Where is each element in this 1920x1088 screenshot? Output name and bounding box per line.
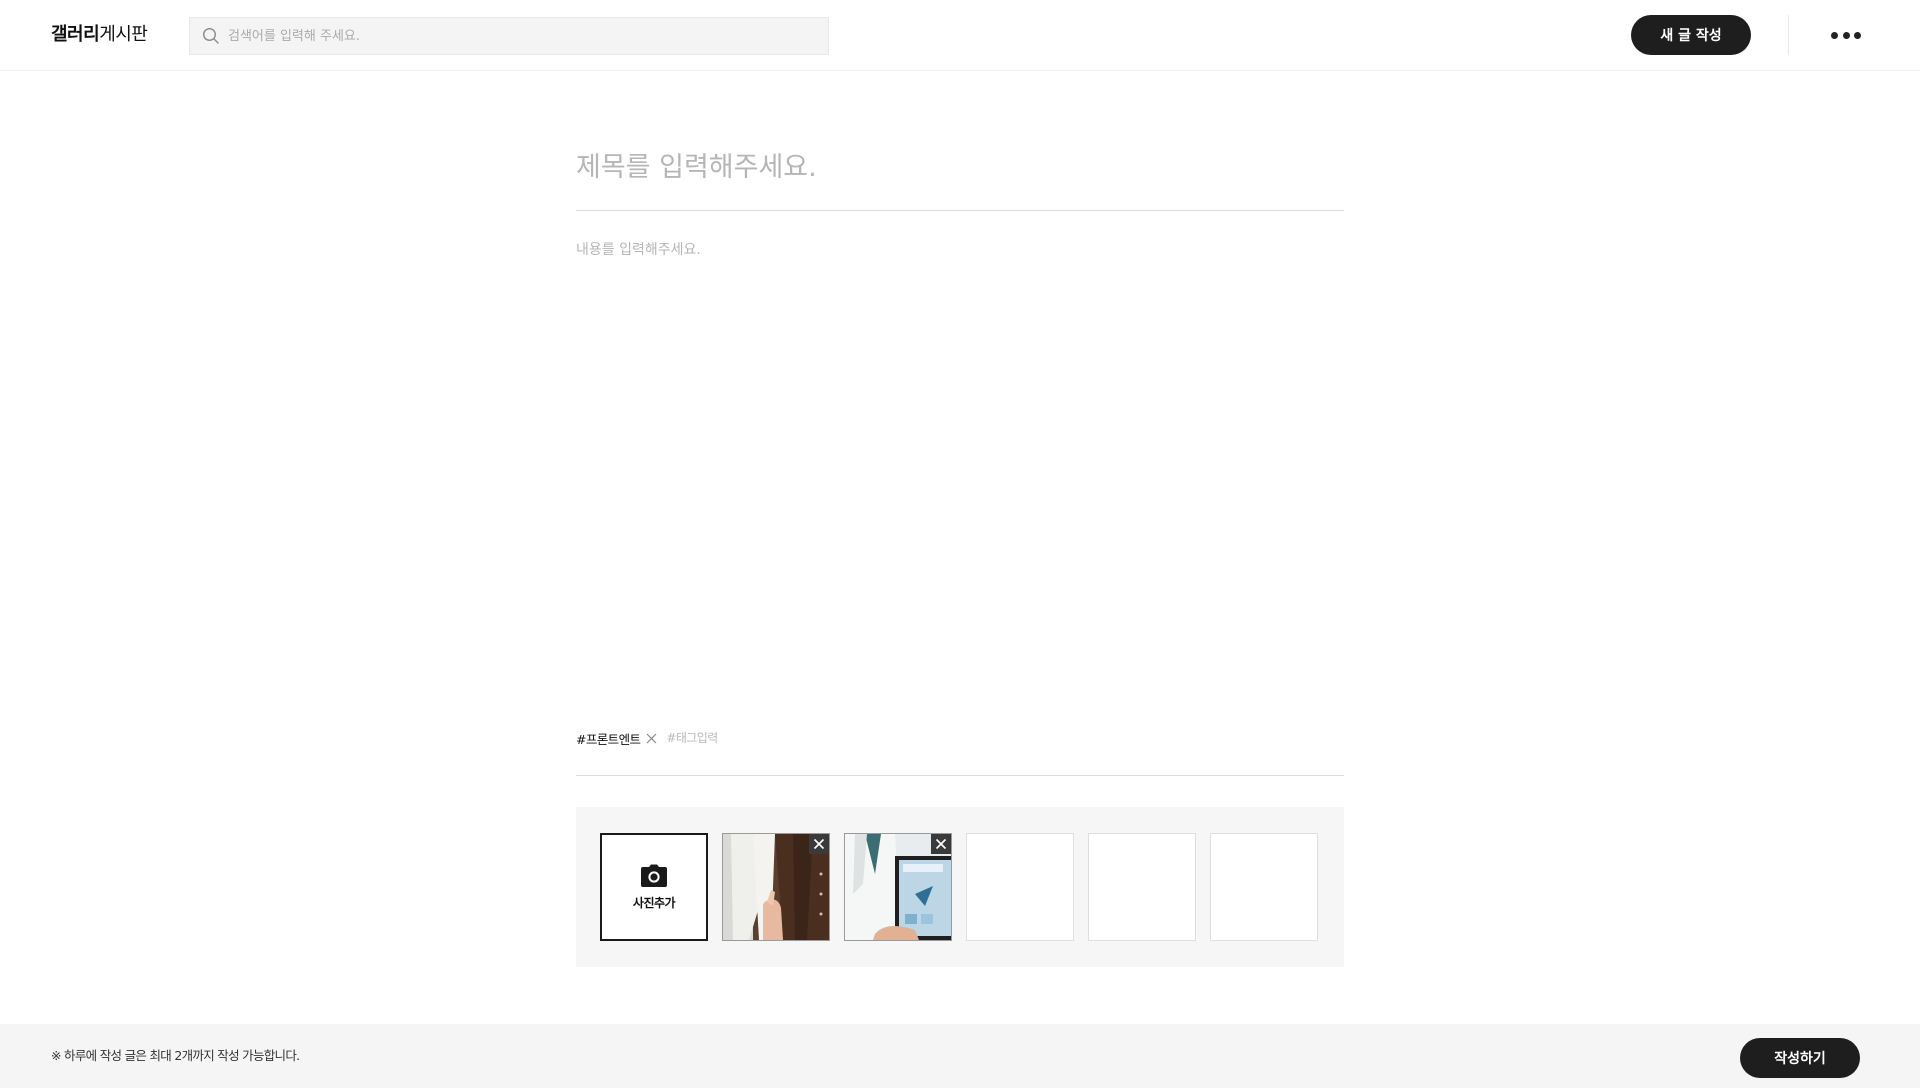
empty-photo-slot[interactable]: [1210, 833, 1318, 941]
tag-chip: #프론트엔트: [576, 729, 658, 748]
tag-label: #프론트엔트: [576, 731, 641, 747]
brand-logo[interactable]: 갤러리게시판: [51, 21, 148, 49]
header-divider: [1788, 15, 1789, 55]
tag-input[interactable]: [666, 731, 787, 745]
new-post-button[interactable]: 새 글 작성: [1631, 15, 1751, 55]
camera-icon: [641, 864, 667, 887]
search-icon: [202, 27, 219, 44]
more-dot: [1854, 31, 1861, 39]
content-textarea[interactable]: [576, 239, 1344, 699]
tags-divider: [576, 775, 1344, 776]
close-icon: [813, 838, 825, 850]
photo-thumbnail: [722, 833, 830, 941]
title-input[interactable]: [576, 137, 1344, 197]
add-photo-button[interactable]: 사진추가: [600, 833, 708, 941]
tag-remove-icon[interactable]: [644, 731, 658, 745]
more-dot: [1842, 31, 1850, 39]
more-horizontal-icon[interactable]: [1826, 24, 1866, 46]
brand-light: 게시판: [99, 24, 148, 45]
footer-bar: ※ 하루에 작성 글은 최대 2개까지 작성 가능합니다. 작성하기: [0, 1024, 1920, 1088]
submit-button[interactable]: 작성하기: [1740, 1038, 1860, 1078]
empty-photo-slot[interactable]: [966, 833, 1074, 941]
close-icon: [935, 838, 947, 850]
empty-photo-slot[interactable]: [1088, 833, 1196, 941]
add-photo-label: 사진추가: [632, 895, 676, 910]
photo-thumbnail: [844, 833, 952, 941]
remove-photo-button[interactable]: [931, 834, 951, 854]
header: 갤러리게시판 새 글 작성: [0, 0, 1920, 71]
search-box: [189, 17, 829, 55]
brand-bold: 갤러리: [51, 24, 100, 45]
title-divider: [576, 210, 1344, 211]
more-dot: [1831, 31, 1838, 39]
remove-photo-button[interactable]: [809, 834, 829, 854]
photo-upload-panel: 사진추가: [576, 807, 1344, 967]
app: 갤러리게시판 새 글 작성 #프론트엔트: [0, 0, 1920, 1088]
tag-area: #프론트엔트: [576, 728, 787, 748]
search-input[interactable]: [228, 18, 808, 54]
post-limit-notice: ※ 하루에 작성 글은 최대 2개까지 작성 가능합니다.: [51, 1048, 300, 1063]
